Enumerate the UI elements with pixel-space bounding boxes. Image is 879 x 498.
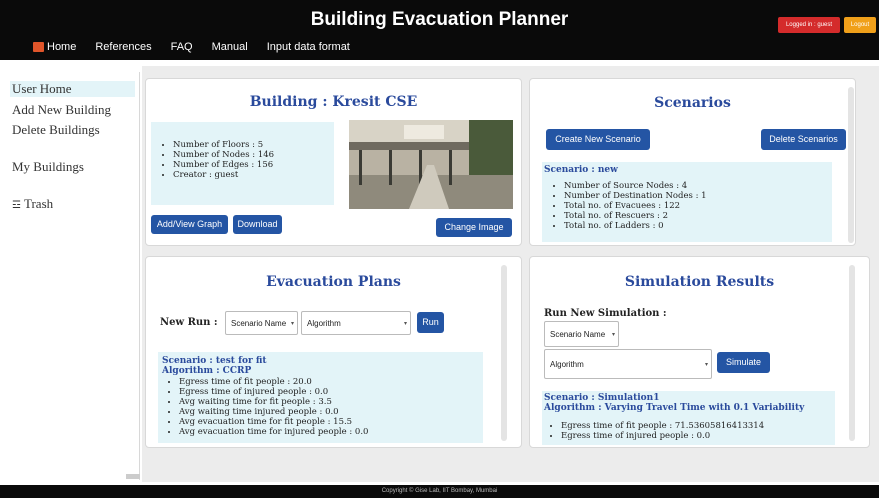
sidebar-item-trash-label: Trash	[23, 196, 54, 211]
nav-manual-label: Manual	[211, 41, 248, 53]
sidebar-item-trash[interactable]: ☲ Trash	[12, 196, 53, 212]
nav-references-label: References	[95, 41, 152, 53]
evac-algorithm-line: Algorithm : CCRP	[162, 366, 252, 376]
evac-scenario-select[interactable]: Scenario Name ▾	[225, 311, 298, 335]
sim-algorithm-select-caret-icon: ▾	[704, 361, 708, 368]
stat-floors: Number of Floors : 5	[173, 140, 324, 150]
scenarios-scrollbar[interactable]	[848, 87, 854, 243]
create-new-scenario-button[interactable]: Create New Scenario	[546, 129, 650, 150]
top-bar: Building Evacuation Planner Home Referen…	[0, 0, 879, 60]
nav-input-data-format[interactable]: Input data format	[267, 41, 350, 53]
evac-scenario-line: Scenario : test for fit	[162, 356, 267, 366]
home-icon	[33, 42, 44, 52]
evac-result-wait-injured: Avg waiting time injured people : 0.0	[179, 407, 473, 417]
sidebar-item-delete-buildings[interactable]: Delete Buildings	[12, 122, 100, 138]
stat-nodes: Number of Nodes : 146	[173, 150, 324, 160]
footer: Copyright © Gise Lab, IIT Bombay, Mumbai	[0, 485, 879, 498]
simulation-results-panel: Simulation Results Run New Simulation : …	[529, 256, 870, 448]
sidebar-scrollbar[interactable]	[126, 474, 140, 479]
evac-result-evac-fit: Avg evacuation time for fit people : 15.…	[179, 417, 473, 427]
simulation-scrollbar[interactable]	[849, 265, 855, 441]
evac-scenario-select-caret-icon: ▾	[290, 320, 294, 327]
trash-icon: ☲	[12, 200, 21, 211]
scenarios-panel: Scenarios Create New Scenario Delete Sce…	[529, 78, 856, 246]
nav-faq[interactable]: FAQ	[171, 41, 193, 53]
main-nav: Home References FAQ Manual Input data fo…	[33, 41, 350, 53]
building-panel: Building : Kresit CSE Number of Floors :…	[145, 78, 522, 246]
sim-scenario-select-caret-icon: ▾	[611, 331, 615, 338]
download-button[interactable]: Download	[233, 215, 282, 234]
app-title: Building Evacuation Planner	[310, 9, 569, 30]
nav-manual[interactable]: Manual	[212, 41, 248, 53]
building-photo	[349, 120, 513, 209]
evac-result-wait-fit: Avg waiting time for fit people : 3.5	[179, 397, 473, 407]
evac-algorithm-select-value: Algorithm	[307, 318, 341, 328]
sim-scenario-line: Scenario : Simulation1	[544, 393, 660, 403]
nav-faq-label: FAQ	[170, 41, 193, 53]
sim-scenario-select-value: Scenario Name	[550, 329, 606, 339]
sim-result-egress-fit: Egress time of fit people : 71.536058164…	[561, 421, 825, 431]
scenario-name: Scenario : new	[544, 165, 618, 175]
nav-home-label: Home	[47, 41, 77, 53]
sidebar-item-my-buildings[interactable]: My Buildings	[12, 159, 84, 175]
building-title: Building : Kresit CSE	[249, 94, 418, 110]
delete-scenarios-button[interactable]: Delete Scenarios	[761, 129, 846, 150]
evacuation-plans-title: Evacuation Plans	[266, 274, 401, 290]
simulation-results-title: Simulation Results	[624, 274, 775, 290]
evacuation-scrollbar[interactable]	[501, 265, 507, 441]
scenario-rescuers: Total no. of Rescuers : 2	[564, 211, 822, 221]
new-run-label: New Run :	[160, 317, 218, 328]
logout-button[interactable]: Logout	[844, 17, 876, 33]
sidebar: User Home Add New Building Delete Buildi…	[8, 72, 140, 480]
run-new-simulation-label: Run New Simulation :	[544, 308, 667, 319]
evac-result-evac-injured: Avg evacuation time for injured people :…	[179, 427, 473, 437]
scenario-destination-nodes: Number of Destination Nodes : 1	[564, 191, 822, 201]
change-image-button[interactable]: Change Image	[436, 218, 512, 237]
sidebar-item-user-home[interactable]: User Home	[10, 81, 135, 97]
evac-algorithm-select-caret-icon: ▾	[403, 320, 407, 327]
scenario-info: Scenario : new Number of Source Nodes : …	[542, 162, 832, 242]
run-button[interactable]: Run	[417, 312, 444, 333]
nav-input-data-format-label: Input data format	[266, 41, 350, 53]
evacuation-plans-panel: Evacuation Plans New Run : Scenario Name…	[145, 256, 522, 448]
sim-algorithm-select-value: Algorithm	[550, 359, 584, 369]
simulation-results: Scenario : Simulation1 Algorithm : Varyi…	[542, 391, 835, 445]
stat-creator: Creator : guest	[173, 170, 324, 180]
scenario-evacuees: Total no. of Evacuees : 122	[564, 201, 822, 211]
sim-algorithm-select[interactable]: Algorithm ▾	[544, 349, 712, 379]
evac-result-egress-injured: Egress time of injured people : 0.0	[179, 387, 473, 397]
scenarios-title: Scenarios	[654, 95, 731, 111]
evac-result-egress-fit: Egress time of fit people : 20.0	[179, 377, 473, 387]
simulate-button[interactable]: Simulate	[717, 352, 770, 373]
sim-algorithm-line: Algorithm : Varying Travel Time with 0.1…	[544, 403, 805, 413]
sim-scenario-select[interactable]: Scenario Name ▾	[544, 321, 619, 347]
evac-algorithm-select[interactable]: Algorithm ▾	[301, 311, 411, 335]
evac-scenario-select-value: Scenario Name	[231, 318, 287, 328]
stat-edges: Number of Edges : 156	[173, 160, 324, 170]
building-stats: Number of Floors : 5 Number of Nodes : 1…	[151, 122, 334, 205]
nav-home[interactable]: Home	[33, 41, 76, 53]
add-view-graph-button[interactable]: Add/View Graph	[151, 215, 228, 234]
sim-result-egress-injured: Egress time of injured people : 0.0	[561, 431, 825, 441]
scenario-ladders: Total no. of Ladders : 0	[564, 221, 822, 231]
evacuation-results: Scenario : test for fit Algorithm : CCRP…	[158, 352, 483, 443]
nav-references[interactable]: References	[95, 41, 151, 53]
sidebar-item-add-new-building[interactable]: Add New Building	[12, 102, 111, 118]
scenario-source-nodes: Number of Source Nodes : 4	[564, 181, 822, 191]
login-status-badge[interactable]: Logged in : guest	[778, 17, 840, 33]
